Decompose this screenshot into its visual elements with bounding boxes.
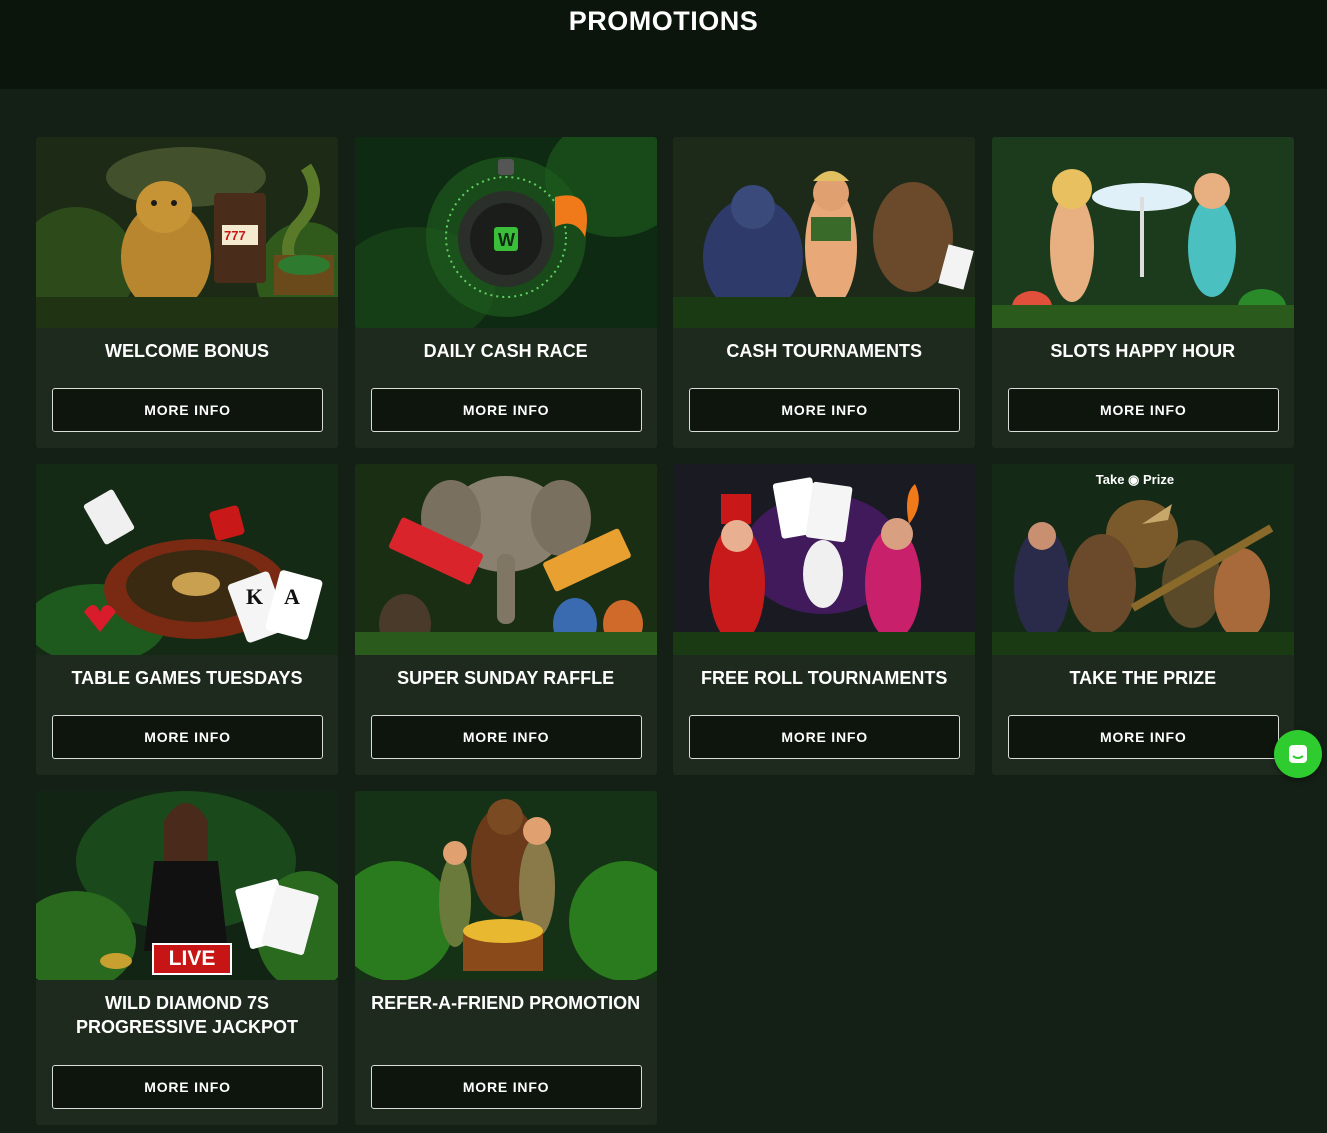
- promo-title: DAILY CASH RACE: [423, 341, 588, 361]
- live-badge: LIVE: [152, 943, 232, 975]
- stopwatch-image: W: [354, 137, 657, 328]
- more-info-button[interactable]: MORE INFO: [52, 1065, 323, 1109]
- more-info-button[interactable]: MORE INFO: [52, 715, 323, 759]
- more-info-button[interactable]: MORE INFO: [689, 388, 961, 432]
- more-info-button[interactable]: MORE INFO: [689, 715, 961, 759]
- live-dealer-image: LIVE: [36, 791, 338, 980]
- promo-card-table-games-tuesdays: K A TABLE GAMES TUESDAYS MORE INFO: [36, 464, 338, 775]
- promo-card-daily-cash-race: W DAILY CASH RACE MORE INFO: [354, 137, 657, 448]
- elephant-tickets-image: [354, 464, 657, 655]
- more-info-button[interactable]: MORE INFO: [1007, 715, 1279, 759]
- roulette-cards-image: K A: [36, 464, 338, 655]
- chat-icon[interactable]: [1274, 730, 1322, 778]
- promo-title: TAKE THE PRIZE: [1069, 668, 1217, 688]
- promo-title: FREE ROLL TOURNAMENTS: [701, 668, 948, 688]
- promotions-grid: 777 WELCOME BONUS MORE INFO W DAILY CASH…: [36, 137, 1294, 1125]
- svg-text:777: 777: [224, 228, 246, 243]
- promo-card-welcome-bonus: 777 WELCOME BONUS MORE INFO: [36, 137, 338, 448]
- take-the-prize-logo: Take ◉ Prize: [1095, 472, 1175, 487]
- magician-performers-image: [673, 464, 976, 655]
- promo-title: WELCOME BONUS: [105, 341, 269, 361]
- more-info-button[interactable]: MORE INFO: [52, 388, 323, 432]
- more-info-button[interactable]: MORE INFO: [370, 388, 642, 432]
- promo-card-free-roll-tournaments: FREE ROLL TOURNAMENTS MORE INFO: [673, 464, 976, 775]
- promo-card-refer-a-friend: REFER-A-FRIEND PROMOTION MORE INFO: [354, 791, 657, 1125]
- promo-title: SUPER SUNDAY RAFFLE: [397, 668, 615, 688]
- svg-text:A: A: [284, 584, 300, 609]
- beach-party-image: [991, 137, 1294, 328]
- promo-card-wild-diamond-7s: LIVE WILD DIAMOND 7S PROGRESSIVE JACKPOT…: [36, 791, 338, 1125]
- promo-card-slots-happy-hour: SLOTS HAPPY HOUR MORE INFO: [991, 137, 1294, 448]
- page-title: PROMOTIONS: [568, 6, 759, 36]
- promo-title: SLOTS HAPPY HOUR: [1050, 341, 1236, 361]
- promo-title: TABLE GAMES TUESDAYS: [71, 668, 303, 688]
- jaguar-slot-machine-image: 777: [36, 137, 338, 328]
- promo-title: CASH TOURNAMENTS: [726, 341, 923, 361]
- promo-title: REFER-A-FRIEND PROMOTION: [371, 993, 641, 1013]
- more-info-button[interactable]: MORE INFO: [370, 1065, 642, 1109]
- more-info-button[interactable]: MORE INFO: [1007, 388, 1279, 432]
- promo-title: WILD DIAMOND 7S PROGRESSIVE JACKPOT: [75, 993, 299, 1037]
- promo-card-super-sunday-raffle: SUPER SUNDAY RAFFLE MORE INFO: [354, 464, 657, 775]
- jungle-characters-image: [673, 137, 976, 328]
- bear-explorers-treasure-image: [354, 791, 657, 980]
- svg-text:W: W: [498, 230, 515, 250]
- page-header: PROMOTIONS: [0, 0, 1327, 89]
- more-info-button[interactable]: MORE INFO: [370, 715, 642, 759]
- svg-text:K: K: [246, 584, 263, 609]
- dinosaur-pirate-image: Take ◉ Prize: [991, 464, 1294, 655]
- promo-card-cash-tournaments: CASH TOURNAMENTS MORE INFO: [673, 137, 976, 448]
- promo-card-take-the-prize: Take ◉ Prize TAKE THE PRIZE MORE INFO: [991, 464, 1294, 775]
